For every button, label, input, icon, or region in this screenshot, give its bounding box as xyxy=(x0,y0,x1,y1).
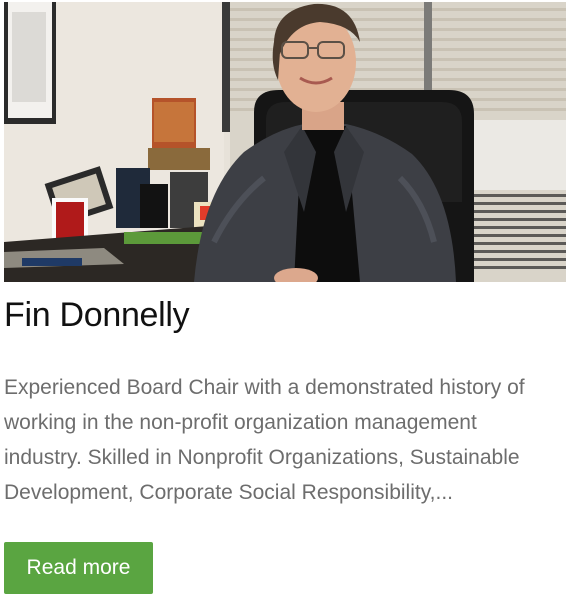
profile-name: Fin Donnelly xyxy=(4,296,190,334)
profile-card: Fin Donnelly Experienced Board Chair wit… xyxy=(0,0,569,600)
profile-description: Experienced Board Chair with a demonstra… xyxy=(4,376,525,504)
profile-photo xyxy=(4,2,566,282)
read-more-button[interactable]: Read more xyxy=(4,542,153,594)
